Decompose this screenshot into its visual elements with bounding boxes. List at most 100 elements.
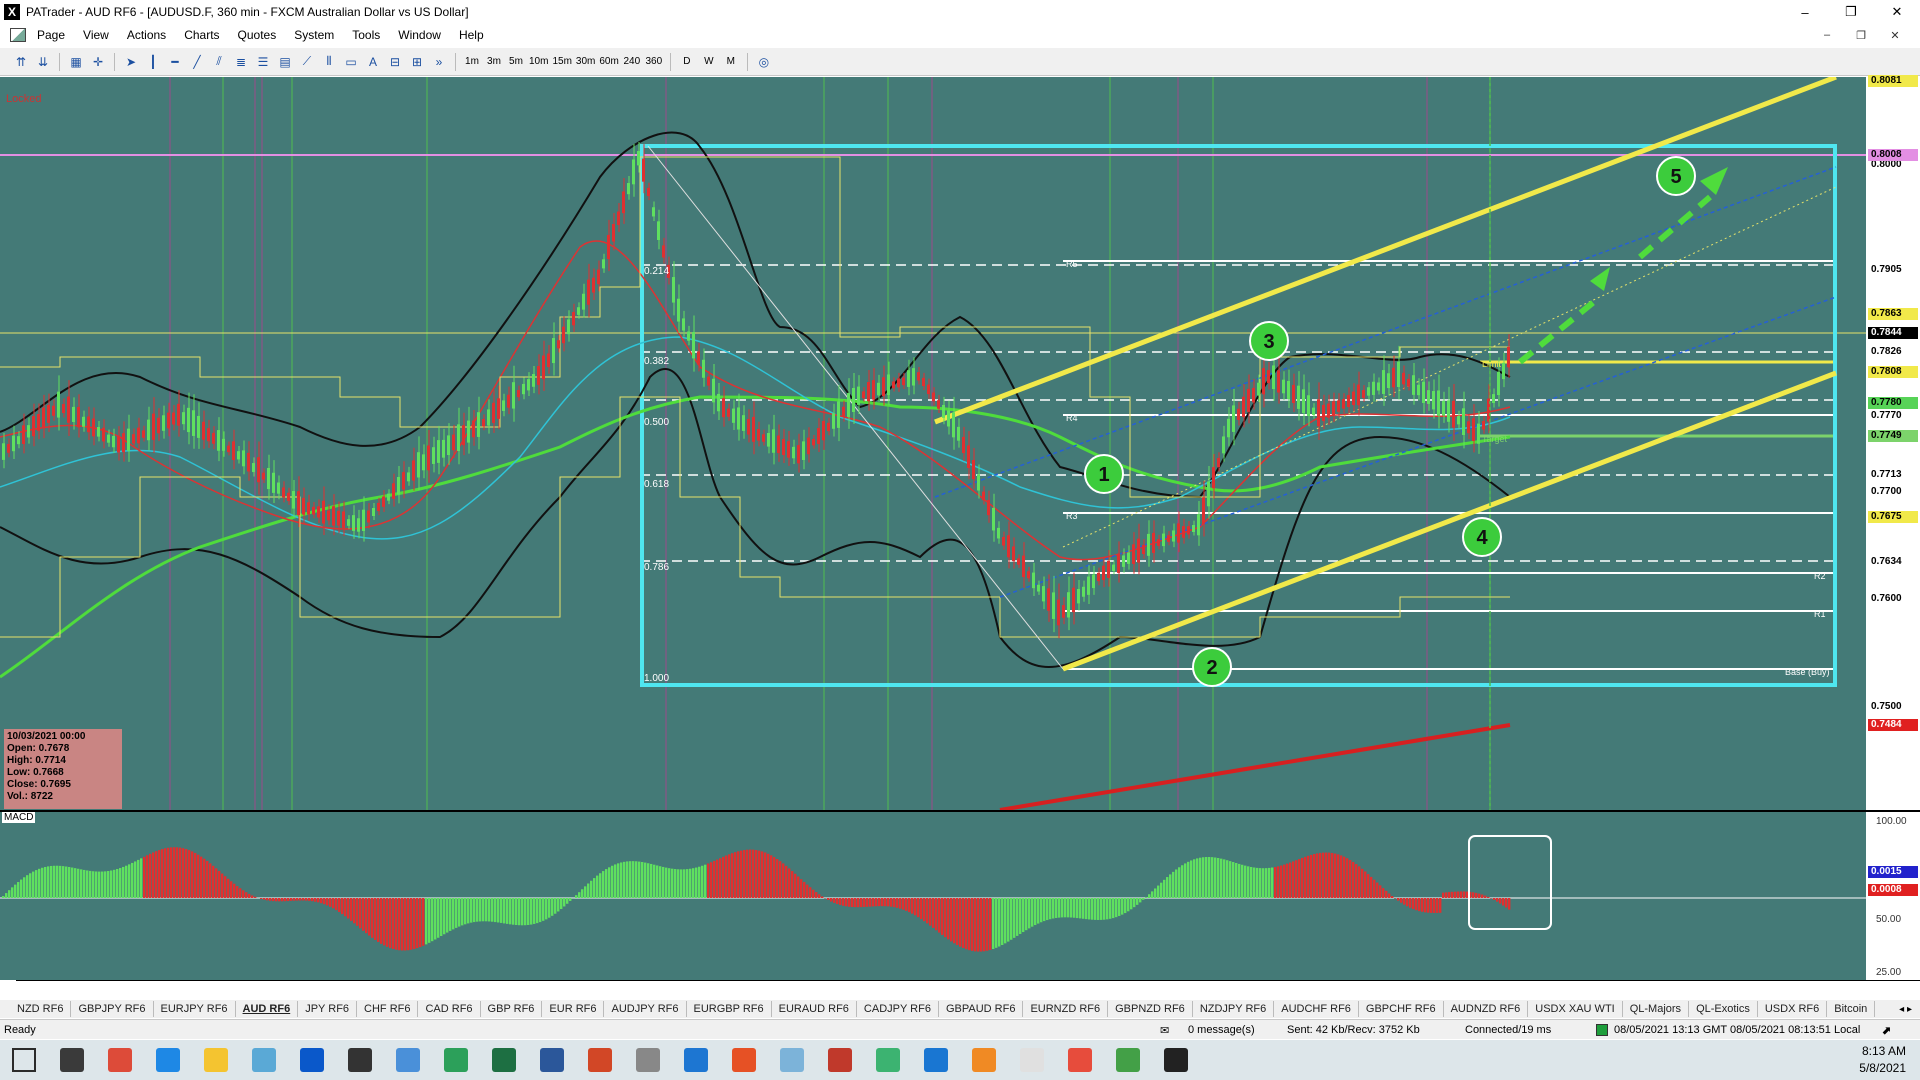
taskbar-app-icon[interactable] bbox=[768, 1040, 816, 1080]
price-chart-panel[interactable]: 1 2 3 4 5 0.214 0.382 0.500 0.618 0.786 … bbox=[0, 77, 1866, 810]
mdi-close-button[interactable]: ✕ bbox=[1878, 24, 1912, 46]
tab-chf-rf6[interactable]: CHF RF6 bbox=[357, 1001, 419, 1017]
taskbar-app-icon[interactable] bbox=[1152, 1040, 1200, 1080]
fib-time-icon[interactable]: ⊟ bbox=[384, 51, 406, 73]
tab-eur-rf6[interactable]: EUR RF6 bbox=[542, 1001, 605, 1017]
taskbar-app-icon[interactable] bbox=[624, 1040, 672, 1080]
fib-extension-icon[interactable]: ☰ bbox=[252, 51, 274, 73]
cycle-lines-icon[interactable]: ⦀ bbox=[318, 51, 340, 73]
page-icon[interactable] bbox=[10, 28, 26, 42]
taskbar-app-icon[interactable] bbox=[384, 1040, 432, 1080]
tab-bitcoin[interactable]: Bitcoin bbox=[1827, 1001, 1876, 1017]
tab-audnzd-rf6[interactable]: AUDNZD RF6 bbox=[1444, 1001, 1529, 1017]
tab-scroll-arrows-icon[interactable]: ◂ ▸ bbox=[1899, 1004, 1912, 1015]
tab-gbpnzd-rf6[interactable]: GBPNZD RF6 bbox=[1108, 1001, 1193, 1017]
price-axis[interactable]: 0.8081 0.8000 0.8008 0.7905 0.7863 0.784… bbox=[1866, 75, 1920, 810]
timeframe-m[interactable]: M bbox=[720, 51, 742, 73]
taskbar-app-icon[interactable] bbox=[96, 1040, 144, 1080]
pivot-icon[interactable]: ▤ bbox=[274, 51, 296, 73]
tab-gbp-rf6[interactable]: GBP RF6 bbox=[481, 1001, 543, 1017]
chart-down-icon[interactable]: ⇊ bbox=[32, 51, 54, 73]
timeframe-5m[interactable]: 5m bbox=[505, 51, 527, 73]
timeframe-15m[interactable]: 15m bbox=[550, 51, 573, 73]
chart-up-icon[interactable]: ⇈ bbox=[10, 51, 32, 73]
chart-properties-icon[interactable]: ▦ bbox=[65, 51, 87, 73]
maximize-button[interactable]: ❐ bbox=[1828, 0, 1874, 24]
tab-usdx-rf6[interactable]: USDX RF6 bbox=[1758, 1001, 1828, 1017]
tab-aud-rf6[interactable]: AUD RF6 bbox=[236, 1001, 299, 1017]
mail-icon[interactable]: ✉ bbox=[1160, 1024, 1169, 1037]
tab-gbpjpy-rf6[interactable]: GBPJPY RF6 bbox=[71, 1001, 154, 1017]
taskbar-app-icon[interactable] bbox=[480, 1040, 528, 1080]
system-clock[interactable]: 8:13 AM 5/8/2021 bbox=[1859, 1043, 1906, 1077]
mdi-restore-button[interactable]: ❐ bbox=[1844, 24, 1878, 46]
taskbar-app-icon[interactable] bbox=[1056, 1040, 1104, 1080]
rectangle-icon[interactable]: ▭ bbox=[340, 51, 362, 73]
tab-audjpy-rf6[interactable]: AUDJPY RF6 bbox=[604, 1001, 687, 1017]
channel-icon[interactable]: ⫽ bbox=[208, 51, 230, 73]
gann-fan-icon[interactable]: ⟋ bbox=[296, 51, 318, 73]
taskbar-app-icon[interactable] bbox=[144, 1040, 192, 1080]
taskbar-app-icon[interactable] bbox=[528, 1040, 576, 1080]
taskbar-app-icon[interactable] bbox=[576, 1040, 624, 1080]
taskbar-app-icon[interactable] bbox=[336, 1040, 384, 1080]
tab-cadjpy-rf6[interactable]: CADJPY RF6 bbox=[857, 1001, 939, 1017]
close-button[interactable]: ✕ bbox=[1874, 0, 1920, 24]
menu-page[interactable]: Page bbox=[28, 28, 74, 42]
timeframe-1m[interactable]: 1m bbox=[461, 51, 483, 73]
timeframe-d[interactable]: D bbox=[676, 51, 698, 73]
tab-eurgbp-rf6[interactable]: EURGBP RF6 bbox=[687, 1001, 772, 1017]
menu-system[interactable]: System bbox=[285, 28, 343, 42]
menu-window[interactable]: Window bbox=[389, 28, 450, 42]
taskbar-app-icon[interactable] bbox=[864, 1040, 912, 1080]
menu-view[interactable]: View bbox=[74, 28, 118, 42]
timeframe-60m[interactable]: 60m bbox=[597, 51, 620, 73]
taskbar-app-icon[interactable] bbox=[816, 1040, 864, 1080]
tab-gbpaud-rf6[interactable]: GBPAUD RF6 bbox=[939, 1001, 1024, 1017]
mdi-minimize-button[interactable]: – bbox=[1810, 24, 1844, 46]
tab-nzdjpy-rf6[interactable]: NZDJPY RF6 bbox=[1193, 1001, 1275, 1017]
scroll-handle[interactable] bbox=[0, 980, 16, 994]
tab-ql-exotics[interactable]: QL-Exotics bbox=[1689, 1001, 1758, 1017]
taskbar-app-icon[interactable] bbox=[288, 1040, 336, 1080]
taskbar-app-icon[interactable] bbox=[672, 1040, 720, 1080]
taskbar-app-icon[interactable] bbox=[1008, 1040, 1056, 1080]
tab-euraud-rf6[interactable]: EURAUD RF6 bbox=[772, 1001, 857, 1017]
trendline-icon[interactable]: ╱ bbox=[186, 51, 208, 73]
pointer-icon[interactable]: ➤ bbox=[120, 51, 142, 73]
taskbar-app-icon[interactable] bbox=[960, 1040, 1008, 1080]
timeframe-30m[interactable]: 30m bbox=[574, 51, 597, 73]
taskbar-app-icon[interactable] bbox=[912, 1040, 960, 1080]
crosshair-icon[interactable]: ✛ bbox=[87, 51, 109, 73]
macd-panel[interactable]: MACD bbox=[0, 812, 1866, 980]
taskbar-app-icon[interactable] bbox=[192, 1040, 240, 1080]
tab-eurjpy-rf6[interactable]: EURJPY RF6 bbox=[154, 1001, 236, 1017]
fibonacci-icon[interactable]: ≣ bbox=[230, 51, 252, 73]
menu-quotes[interactable]: Quotes bbox=[229, 28, 286, 42]
clock-icon[interactable]: ◎ bbox=[753, 51, 775, 73]
text-icon[interactable]: A bbox=[362, 51, 384, 73]
tab-nzd-rf6[interactable]: NZD RF6 bbox=[10, 1001, 72, 1017]
timeframe-w[interactable]: W bbox=[698, 51, 720, 73]
tab-ql-majors[interactable]: QL-Majors bbox=[1623, 1001, 1690, 1017]
more-tools-icon[interactable]: » bbox=[428, 51, 450, 73]
taskbar-app-icon[interactable] bbox=[432, 1040, 480, 1080]
levels-icon[interactable]: ⊞ bbox=[406, 51, 428, 73]
timeframe-240[interactable]: 240 bbox=[621, 51, 643, 73]
menu-tools[interactable]: Tools bbox=[343, 28, 389, 42]
timeframe-10m[interactable]: 10m bbox=[527, 51, 550, 73]
tab-gbpchf-rf6[interactable]: GBPCHF RF6 bbox=[1359, 1001, 1444, 1017]
vertical-line-icon[interactable]: ┃ bbox=[142, 51, 164, 73]
search-icon[interactable] bbox=[48, 1040, 96, 1080]
tab-cad-rf6[interactable]: CAD RF6 bbox=[418, 1001, 481, 1017]
timeframe-3m[interactable]: 3m bbox=[483, 51, 505, 73]
timeframe-360[interactable]: 360 bbox=[643, 51, 665, 73]
tab-eurnzd-rf6[interactable]: EURNZD RF6 bbox=[1023, 1001, 1109, 1017]
taskbar-app-icon[interactable] bbox=[240, 1040, 288, 1080]
tab-jpy-rf6[interactable]: JPY RF6 bbox=[298, 1001, 358, 1017]
resize-grip-icon[interactable]: ⬈ bbox=[1882, 1024, 1891, 1037]
menu-charts[interactable]: Charts bbox=[175, 28, 228, 42]
menu-help[interactable]: Help bbox=[450, 28, 493, 42]
windows-start-icon[interactable] bbox=[0, 1040, 48, 1080]
minimize-button[interactable]: – bbox=[1782, 0, 1828, 24]
